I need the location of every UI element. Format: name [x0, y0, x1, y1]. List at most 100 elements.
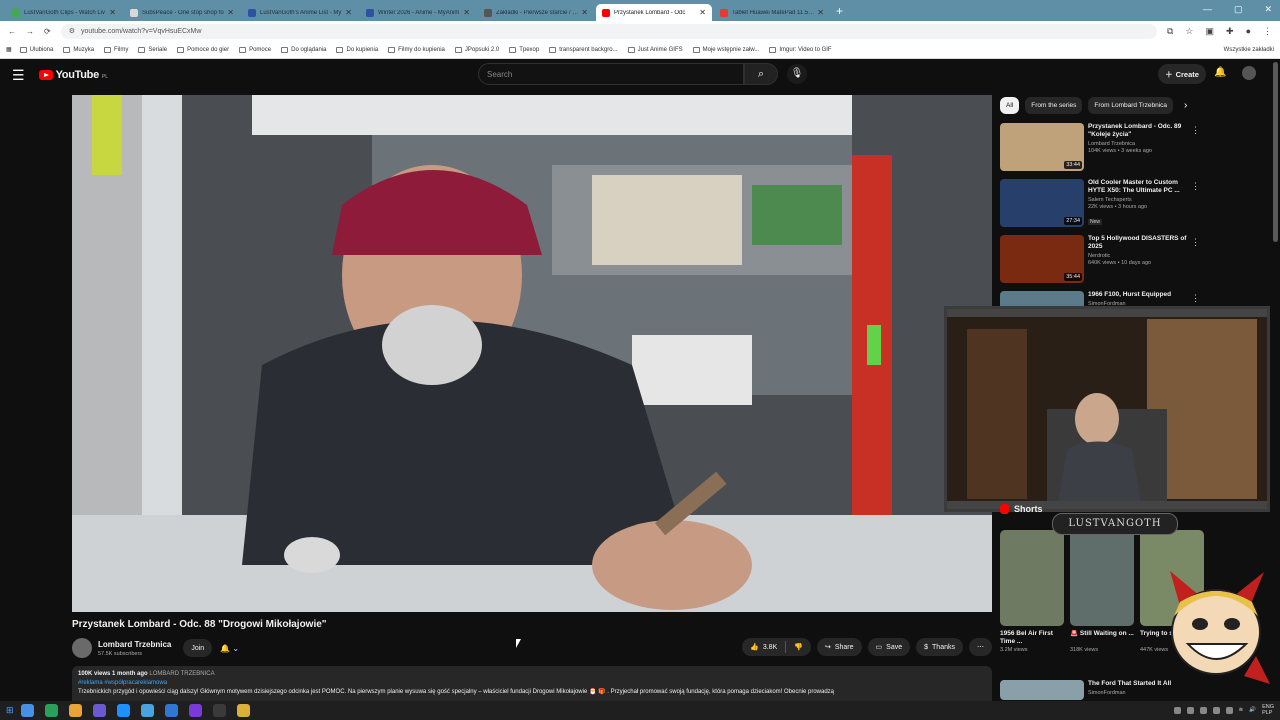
video-thumbnail[interactable]: [1000, 680, 1084, 700]
like-count[interactable]: 3.8K: [763, 644, 777, 651]
minimize-icon[interactable]: —: [1203, 4, 1212, 15]
thanks-button[interactable]: $ Thanks: [916, 638, 963, 656]
short-thumbnail[interactable]: [1000, 530, 1064, 626]
taskbar-app-icon[interactable]: [68, 704, 82, 717]
search-button[interactable]: ⌕: [744, 63, 778, 85]
tab-close-icon[interactable]: ✕: [817, 8, 824, 17]
bookmark-item[interactable]: Just Anime GIFS: [627, 46, 683, 53]
browser-tab[interactable]: Tablet Huawei MatePad 11.5Lite ✕: [714, 4, 830, 21]
more-options-icon[interactable]: ⋮: [1191, 237, 1200, 248]
volume-icon[interactable]: 🔊: [1249, 707, 1256, 713]
taskbar-app-icon[interactable]: [140, 704, 154, 717]
channel-avatar[interactable]: [72, 638, 92, 658]
back-icon[interactable]: ←: [8, 27, 16, 36]
browser-tab[interactable]: Zakładki - Pierwsze starcie / Th ✕: [478, 4, 594, 21]
tab-close-icon[interactable]: ✕: [345, 8, 352, 17]
dislike-icon[interactable]: 👎: [794, 643, 803, 651]
url-field[interactable]: ⚙ youtube.com/watch?v=VqvHsuECxMw: [60, 23, 1157, 39]
short-thumbnail[interactable]: [1070, 530, 1134, 626]
tab-close-icon[interactable]: ✕: [463, 8, 470, 17]
recommendation-channel[interactable]: Nerdrotic: [1088, 253, 1192, 259]
more-actions-button[interactable]: ⋯: [969, 638, 992, 656]
youtube-logo[interactable]: YouTube PL: [38, 69, 108, 81]
filter-chip[interactable]: From Lombard Trzebnica: [1088, 97, 1174, 114]
filter-chip[interactable]: All: [1000, 97, 1020, 114]
extensions-puzzle-icon[interactable]: ✚: [1226, 26, 1234, 37]
bookmark-item[interactable]: Pomoce: [239, 46, 271, 53]
maximize-icon[interactable]: ▢: [1234, 4, 1243, 15]
scrollbar[interactable]: [1273, 62, 1278, 242]
short-title[interactable]: 🚨 Still Waiting on ...: [1070, 630, 1134, 646]
tab-close-icon[interactable]: ✕: [109, 8, 116, 17]
tab-close-icon[interactable]: ✕: [581, 8, 588, 17]
hashtags[interactable]: #reklama #współpracareklamowa: [78, 679, 986, 688]
browser-tab[interactable]: SubsPeace - One stop shop fo ✕: [124, 4, 240, 21]
create-button[interactable]: ＋ Create: [1158, 64, 1206, 84]
like-icon[interactable]: 👍: [750, 643, 759, 651]
browser-tab[interactable]: LustVanGoth's Anime List - My ✕: [242, 4, 358, 21]
search-input[interactable]: Search: [478, 63, 744, 85]
taskbar-app-icon[interactable]: [20, 704, 34, 717]
bookmark-item[interactable]: JPopsuki 2.0: [454, 46, 499, 53]
tray-icon[interactable]: [1199, 706, 1207, 714]
hamburger-menu-icon[interactable]: ☰: [12, 67, 25, 84]
short-item[interactable]: 1956 Bel Air First Time ... 3.2M views: [1000, 530, 1064, 653]
install-icon[interactable]: ⧉: [1167, 26, 1173, 37]
save-button[interactable]: ▭ Save: [867, 638, 911, 656]
bookmark-item[interactable]: Pomoce do gier: [177, 46, 229, 53]
recommendation-channel[interactable]: Lombard Trzebnica: [1088, 141, 1192, 147]
video-thumbnail[interactable]: 35:44: [1000, 235, 1084, 283]
tab-close-icon[interactable]: ✕: [227, 8, 234, 17]
join-button[interactable]: Join: [183, 639, 213, 657]
short-title[interactable]: 1956 Bel Air First Time ...: [1000, 630, 1064, 646]
bookmark-star-icon[interactable]: ☆: [1185, 26, 1193, 37]
all-bookmarks[interactable]: Wszystkie zakładki: [1224, 47, 1274, 53]
short-item[interactable]: 🚨 Still Waiting on ... 318K views: [1070, 530, 1134, 653]
apps-icon[interactable]: ▦: [6, 46, 12, 53]
bookmark-item[interactable]: Filmy: [104, 46, 128, 53]
bookmark-item[interactable]: Seriale: [138, 46, 167, 53]
video-player[interactable]: [72, 95, 992, 612]
video-thumbnail[interactable]: 33:44: [1000, 123, 1084, 171]
recommendation-title[interactable]: Top 5 Hollywood DISASTERS of 2025: [1088, 235, 1192, 251]
bookmark-item[interactable]: Moje wstępnie załw...: [692, 46, 759, 53]
share-button[interactable]: ↪ Share: [816, 638, 862, 656]
recommendation-channel[interactable]: SimonFordman: [1088, 690, 1192, 696]
tab-close-icon[interactable]: ✕: [699, 8, 706, 17]
bookmark-item[interactable]: Imgur: Video to GIF: [769, 46, 832, 53]
taskbar-app-icon[interactable]: [116, 704, 130, 717]
bookmark-item[interactable]: Filmy do kupienia: [388, 46, 445, 53]
close-window-icon[interactable]: ✕: [1264, 4, 1272, 15]
reload-icon[interactable]: ⟳: [44, 27, 51, 36]
video-thumbnail[interactable]: 27:34: [1000, 179, 1084, 227]
taskbar-app-icon[interactable]: [44, 704, 58, 717]
browser-tab[interactable]: Przystanek Lombard - Odc ✕: [596, 4, 712, 21]
extension-icon[interactable]: ▣: [1206, 26, 1215, 37]
recommendation-title[interactable]: 1966 F100, Hurst Equipped: [1088, 291, 1192, 299]
tray-icon[interactable]: [1225, 706, 1233, 714]
wifi-icon[interactable]: ≋: [1239, 707, 1244, 713]
taskbar-app-icon[interactable]: [188, 704, 202, 717]
voice-search-button[interactable]: 🎙: [787, 64, 807, 84]
bookmark-item[interactable]: Do kupienia: [336, 46, 378, 53]
more-options-icon[interactable]: ⋮: [1191, 293, 1200, 304]
bookmark-item[interactable]: transparent backgro...: [549, 46, 618, 53]
taskbar-app-icon[interactable]: [92, 704, 106, 717]
bookmark-item[interactable]: Muzyka: [63, 46, 94, 53]
browser-tab[interactable]: LustVanGoth Clips - Watch Liv ✕: [6, 4, 122, 21]
language-indicator[interactable]: ENG PLP: [1262, 704, 1274, 716]
tray-icon[interactable]: [1186, 706, 1194, 714]
recommendation-title[interactable]: Old Cooler Master to Custom HYTE X50: Th…: [1088, 179, 1192, 195]
taskbar-app-icon[interactable]: [236, 704, 250, 717]
recommendation-title[interactable]: Przystanek Lombard - Odc. 89 "Koleje życ…: [1088, 123, 1192, 139]
site-info-icon[interactable]: ⚙: [69, 27, 75, 35]
start-icon[interactable]: ⊞: [6, 705, 14, 716]
bookmark-item[interactable]: Do oglądania: [281, 46, 326, 53]
recommendation-item[interactable]: 35:44 Top 5 Hollywood DISASTERS of 2025 Ne…: [1000, 235, 1206, 287]
recommendation-channel[interactable]: Salem Techsperts: [1088, 197, 1192, 203]
tray-icon[interactable]: [1173, 706, 1181, 714]
chevron-right-icon[interactable]: ›: [1184, 100, 1187, 111]
filter-chip[interactable]: From the series: [1025, 97, 1083, 114]
recommendation-item[interactable]: 33:44 Przystanek Lombard - Odc. 89 "Kolej…: [1000, 123, 1206, 175]
notifications-bell-icon[interactable]: 🔔: [1214, 67, 1226, 78]
